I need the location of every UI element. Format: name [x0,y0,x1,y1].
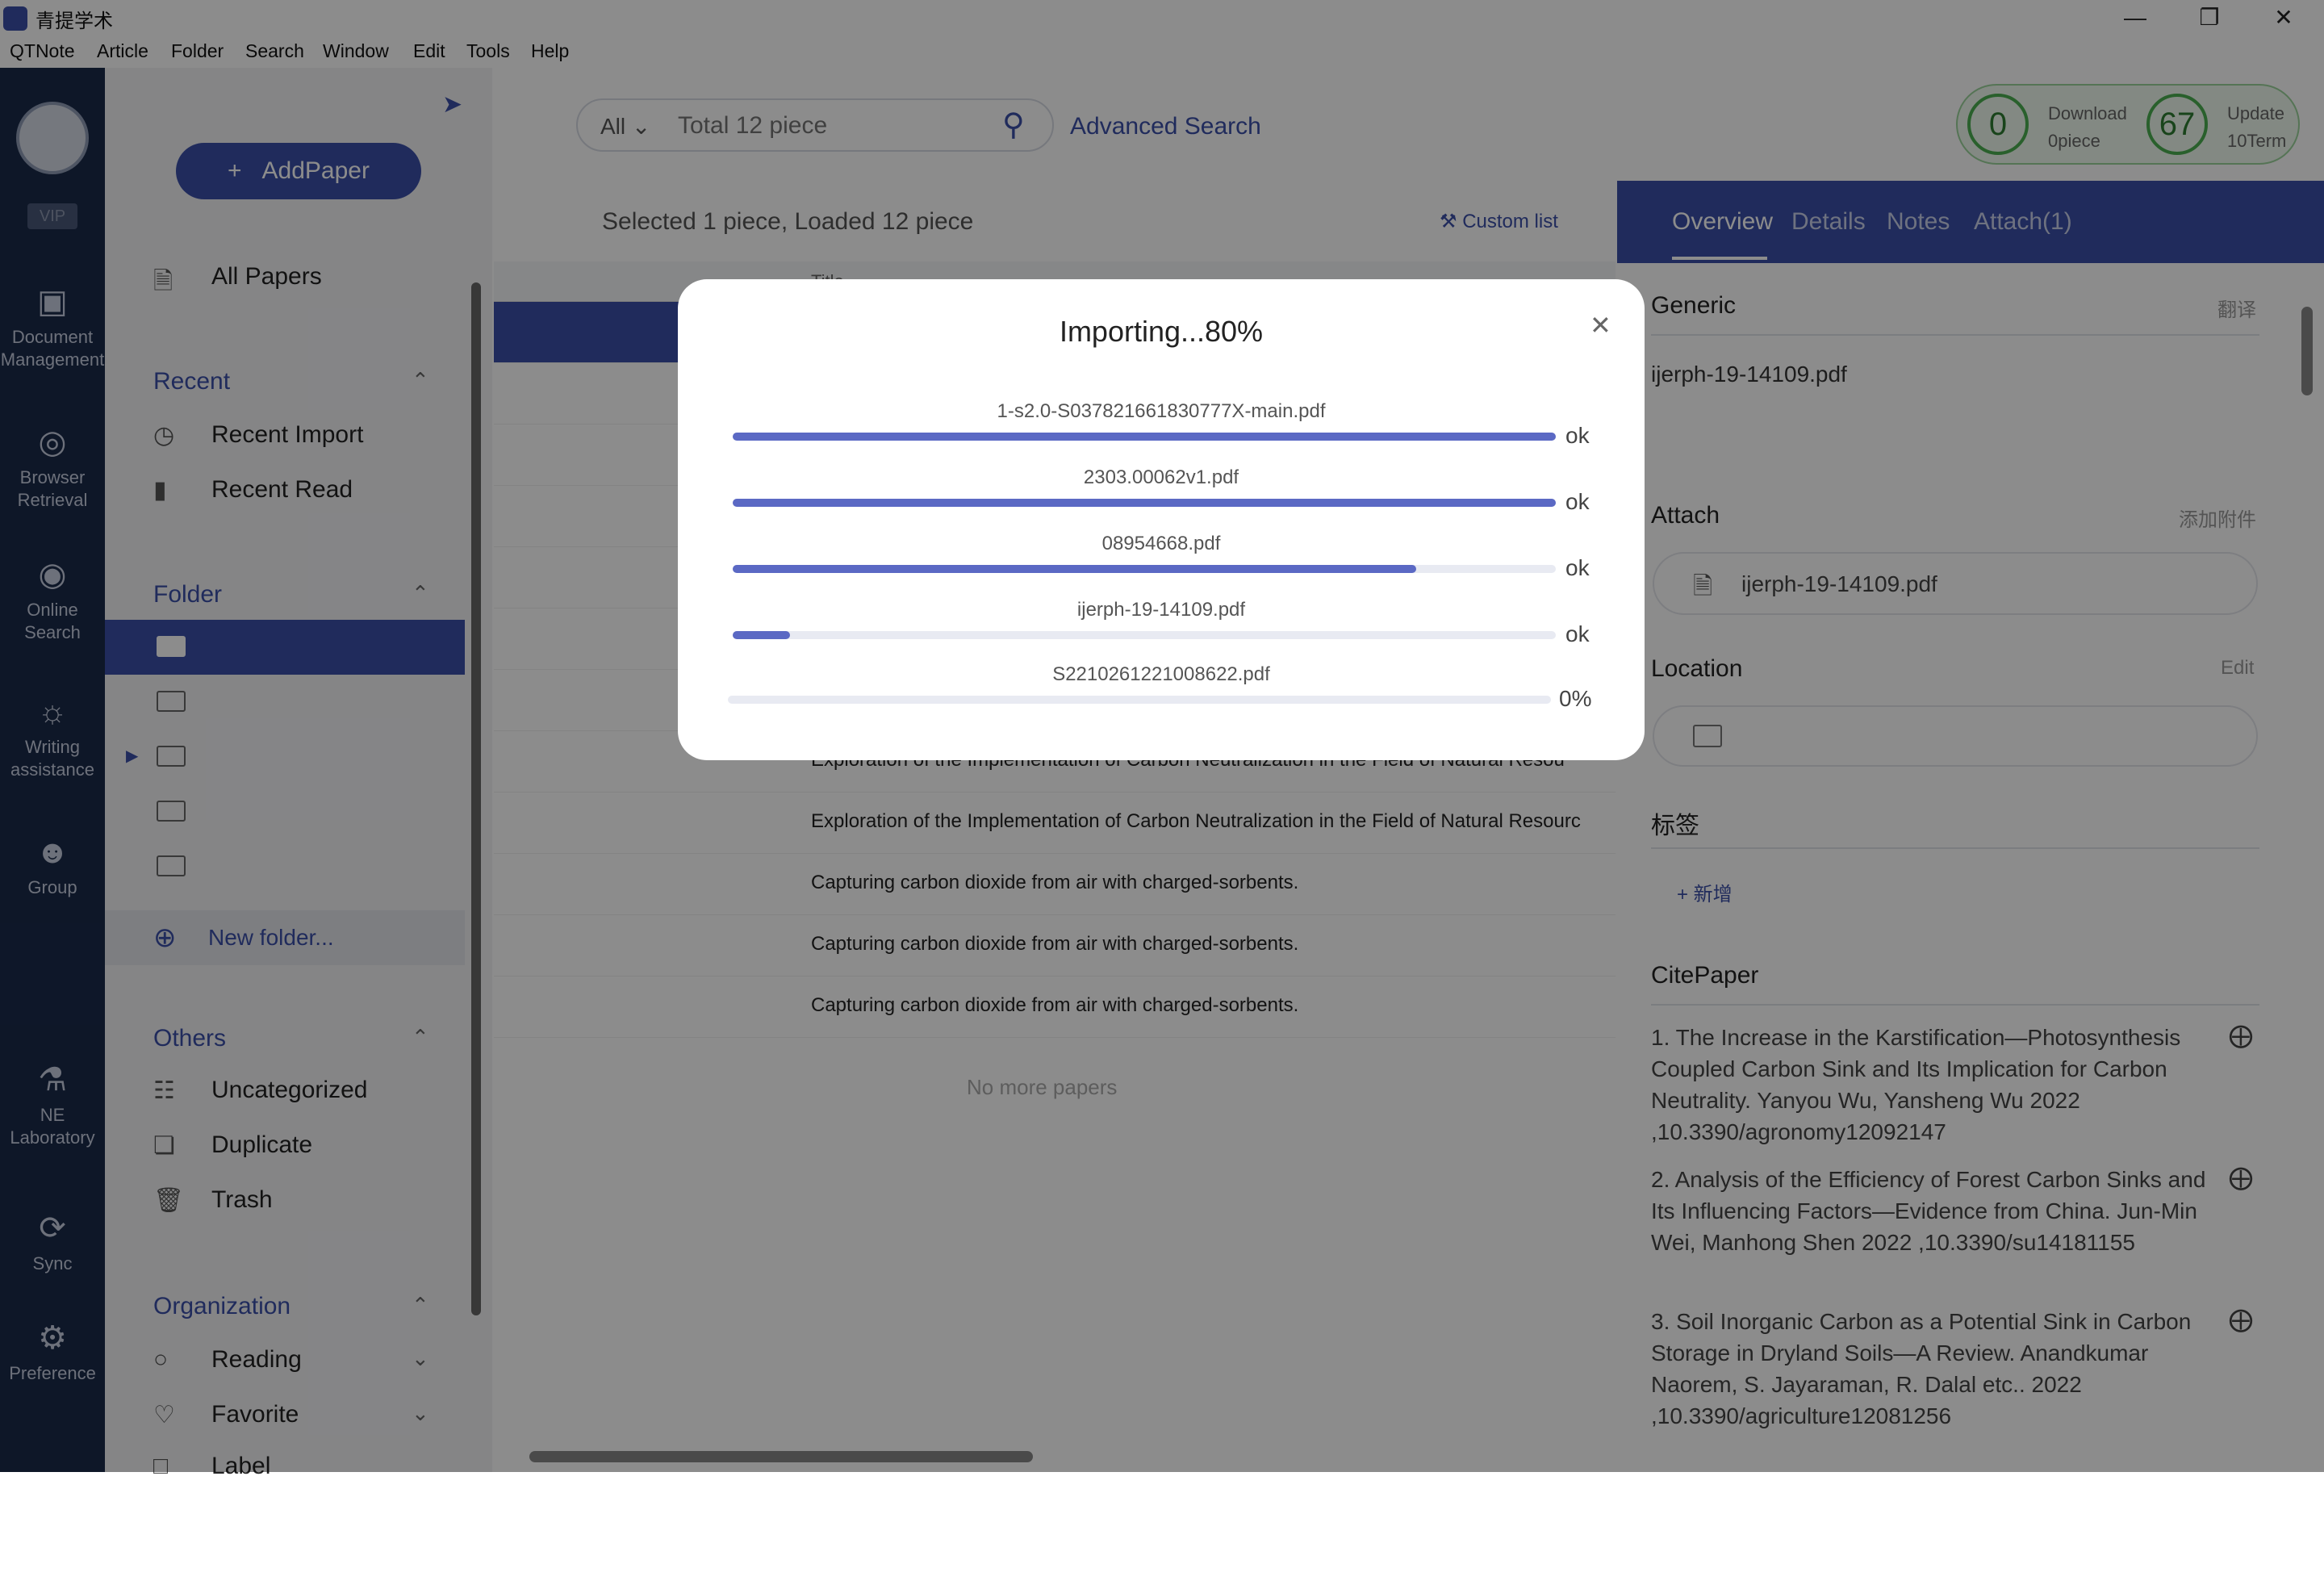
import-filename: ijerph-19-14109.pdf [1076,599,1246,621]
progress-track [733,631,1556,639]
import-filename: 1-s2.0-S037821661830777X-main.pdf [997,400,1326,422]
progress-fill [733,499,1556,507]
progress-track [728,696,1551,704]
import-filename: S2210261221008622.pdf [1052,663,1270,685]
import-title: Importing...80% [1059,315,1264,348]
import-status: ok [1565,555,1590,580]
import-status: ok [1565,621,1590,646]
progress-fill [733,631,791,639]
progress-track [733,499,1556,507]
progress-fill [733,565,1416,573]
import-status: ok [1565,489,1590,514]
import-filename: 2303.00062v1.pdf [1083,466,1239,488]
import-status: ok [1565,423,1590,448]
import-status: 0% [1559,686,1592,711]
progress-fill [733,433,1556,441]
progress-track [733,433,1556,441]
progress-track [733,565,1556,573]
import-dialog: Importing...80% ✕ 1-s2.0-S03782166183077… [678,279,1645,760]
close-icon[interactable]: ✕ [1590,310,1611,341]
import-filename: 08954668.pdf [1101,533,1221,554]
